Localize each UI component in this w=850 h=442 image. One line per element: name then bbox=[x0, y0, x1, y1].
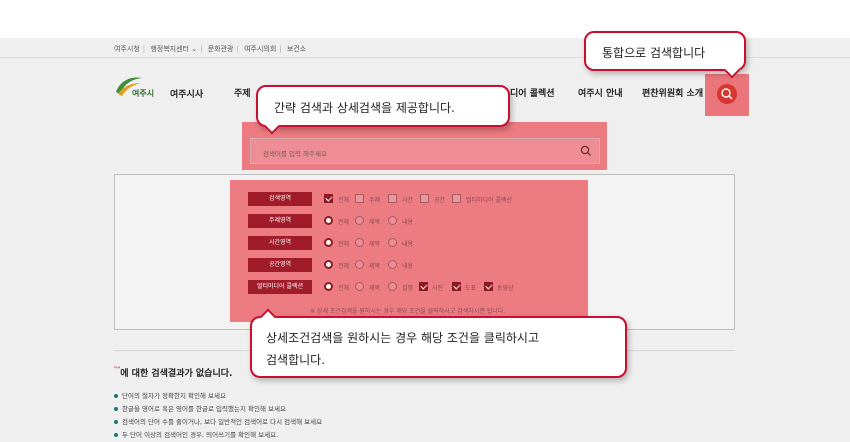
checkbox-photo[interactable] bbox=[419, 282, 428, 291]
radio-time-all[interactable] bbox=[324, 238, 333, 247]
logo-site-name: 여주시사 bbox=[170, 90, 204, 100]
tip-item: 한글을 영어로 혹은 영어를 한글로 입력했는지 확인해 보세요 bbox=[114, 403, 286, 413]
utility-links: 여주시청 | 행정복지센터 ⌄ | 문화관광 | 여주시의회 | 보건소 bbox=[114, 45, 307, 53]
option-label: 주제 bbox=[369, 197, 381, 204]
option-label: 시간 bbox=[402, 197, 414, 204]
option-label: 제목 bbox=[369, 241, 381, 248]
option-label: 제목 bbox=[369, 263, 381, 270]
util-link-health[interactable]: 보건소 bbox=[287, 45, 306, 53]
radio-space-title[interactable] bbox=[355, 260, 364, 269]
tip-item: 검색어의 단어 수를 줄이거나, 보다 일반적인 검색어로 다시 검색해 보세요 bbox=[114, 416, 322, 426]
filter-label-space: 공간영역 bbox=[248, 258, 312, 272]
option-label: 내용 bbox=[402, 263, 414, 270]
option-label: 설명 bbox=[402, 285, 414, 292]
result-title-text: 에 대한 검색결과가 없습니다. bbox=[120, 369, 233, 379]
option-label: 동영상 bbox=[497, 285, 514, 292]
option-label: 전체 bbox=[338, 197, 350, 204]
filter-label-time: 시간영역 bbox=[248, 236, 312, 250]
filter-label-multimedia: 멀티미디어 콜렉션 bbox=[248, 280, 312, 294]
gnb-item-topic[interactable]: 주제 bbox=[234, 86, 251, 99]
option-label: 전체 bbox=[338, 285, 350, 292]
radio-topic-title[interactable] bbox=[355, 216, 364, 225]
callout-text-line1: 상세조건검색을 원하시는 경우 해당 조건을 클릭하시고 bbox=[266, 331, 539, 345]
tip-item: 단어의 철자가 정확한지 확인해 보세요 bbox=[114, 390, 226, 400]
callout-detail-conditions: 상세조건검색을 원하시는 경우 해당 조건을 클릭하시고 검색합니다. bbox=[250, 308, 627, 378]
option-label: 내용 bbox=[402, 241, 414, 248]
tip-item: 두 단어 이상의 검색어인 경우, 띄어쓰기를 확인해 보세요. bbox=[114, 429, 278, 439]
radio-media-all[interactable] bbox=[324, 282, 333, 291]
search-icon bbox=[721, 88, 733, 100]
radio-topic-content[interactable] bbox=[388, 216, 397, 225]
checkbox-space[interactable] bbox=[420, 194, 429, 203]
checkbox-multimedia[interactable] bbox=[452, 194, 461, 203]
checkbox-time[interactable] bbox=[388, 194, 397, 203]
search-magnifier-icon[interactable] bbox=[580, 145, 592, 157]
option-label: 멀티미디어 콜렉션 bbox=[466, 197, 513, 204]
util-link-cityhall[interactable]: 여주시청 bbox=[114, 45, 140, 53]
search-placeholder: 검색어를 입력 해주세요 bbox=[263, 150, 327, 158]
callout-simple-detail-search: 간략 검색과 상세검색을 제공합니다. bbox=[256, 85, 510, 135]
checkbox-video[interactable] bbox=[484, 282, 493, 291]
callout-integrated-search: 통합으로 검색합니다 bbox=[584, 31, 746, 79]
util-link-culture[interactable]: 문화관광 bbox=[208, 45, 234, 53]
option-label: 제목 bbox=[369, 285, 381, 292]
filter-note: ※ 상세 조건검색을 원하시는 경우 해당 조건을 클릭하시고 검색하시면 됩니… bbox=[310, 308, 506, 315]
site-logo[interactable]: 여주시 여주시사 bbox=[114, 74, 214, 100]
checkbox-all[interactable] bbox=[324, 194, 333, 203]
option-label: 사진 bbox=[432, 285, 444, 292]
util-link-council[interactable]: 여주시의회 bbox=[244, 45, 276, 53]
radio-time-content[interactable] bbox=[388, 238, 397, 247]
checkbox-chart[interactable] bbox=[452, 282, 461, 291]
logo-mark-text: 여주시 bbox=[132, 89, 155, 98]
radio-media-title[interactable] bbox=[355, 282, 364, 291]
option-label: 전체 bbox=[338, 263, 350, 270]
filter-label-topic: 주제영역 bbox=[248, 214, 312, 228]
option-label: 내용 bbox=[402, 219, 414, 226]
search-input[interactable]: 검색어를 입력 해주세요 bbox=[250, 138, 600, 164]
result-title: ""에 대한 검색결과가 없습니다. bbox=[114, 366, 232, 379]
option-label: 제목 bbox=[369, 219, 381, 226]
integrated-search-button[interactable] bbox=[717, 84, 737, 104]
callout-text: 간략 검색과 상세검색을 제공합니다. bbox=[274, 101, 455, 115]
radio-space-content[interactable] bbox=[388, 260, 397, 269]
radio-space-all[interactable] bbox=[324, 260, 333, 269]
gnb-item-multimedia[interactable]: 디어 콜렉션 bbox=[510, 86, 555, 99]
option-label: 공간 bbox=[434, 197, 446, 204]
option-label: 전체 bbox=[338, 219, 350, 226]
radio-time-title[interactable] bbox=[355, 238, 364, 247]
gnb-item-committee[interactable]: 편찬위원회 소개 bbox=[642, 86, 703, 99]
callout-text: 통합으로 검색합니다 bbox=[602, 46, 706, 60]
radio-media-desc[interactable] bbox=[388, 282, 397, 291]
filter-label-search-area: 검색영역 bbox=[248, 192, 312, 206]
util-link-welfare[interactable]: 행정복지센터 bbox=[150, 45, 189, 53]
checkbox-topic[interactable] bbox=[355, 194, 364, 203]
gnb-item-about[interactable]: 여주시 안내 bbox=[578, 86, 623, 99]
option-label: 전체 bbox=[338, 241, 350, 248]
chevron-down-icon: ⌄ bbox=[191, 45, 198, 53]
radio-topic-all[interactable] bbox=[324, 216, 333, 225]
callout-text-line2: 검색합니다. bbox=[266, 353, 326, 367]
option-label: 도표 bbox=[465, 285, 477, 292]
